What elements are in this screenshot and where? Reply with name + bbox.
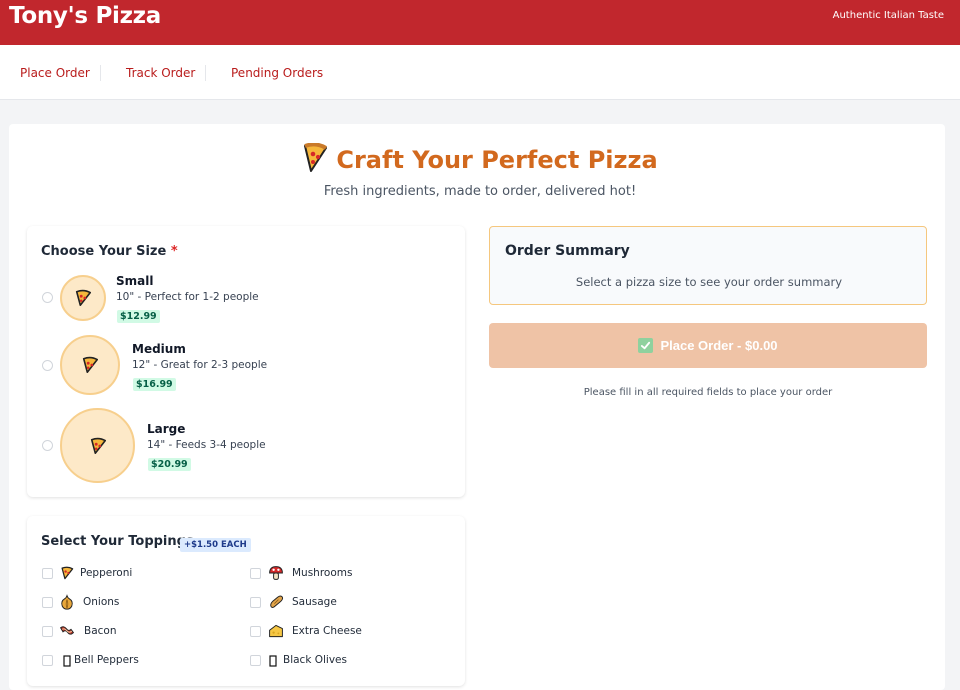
topping-sausage-label: Sausage	[292, 596, 337, 608]
pizza-icon	[75, 289, 92, 307]
mushroom-icon	[268, 565, 284, 581]
pizza-icon	[82, 356, 99, 374]
pizza-icon	[59, 565, 75, 581]
nav-track-order[interactable]: Track Order	[126, 66, 195, 80]
size-medium-desc: 12" - Great for 2-3 people	[132, 359, 268, 371]
topping-mushrooms-label: Mushrooms	[292, 567, 353, 579]
missing-glyph-icon	[59, 653, 75, 669]
order-summary-title: Order Summary	[505, 243, 630, 259]
nav-pending-orders[interactable]: Pending Orders	[231, 66, 323, 80]
page-title: Craft Your Perfect Pizza	[0, 142, 960, 178]
topping-bacon-checkbox[interactable]	[42, 626, 53, 637]
size-small-desc: 10" - Perfect for 1-2 people	[116, 291, 259, 303]
sausage-icon	[268, 594, 284, 610]
topping-pepperoni-checkbox[interactable]	[42, 568, 53, 579]
required-marker: *	[170, 244, 178, 259]
nav-place-order[interactable]: Place Order	[20, 66, 90, 80]
nav-divider	[100, 65, 101, 81]
topping-mushrooms-checkbox[interactable]	[250, 568, 261, 579]
toppings-section-title: Select Your Toppings	[41, 534, 194, 549]
size-large-image[interactable]	[60, 408, 135, 483]
topping-extra-cheese-checkbox[interactable]	[250, 626, 261, 637]
onion-icon	[59, 594, 75, 610]
size-medium-radio[interactable]	[42, 360, 53, 371]
brand-logo[interactable]: Tony's Pizza	[9, 3, 161, 29]
topping-pepperoni-label: Pepperoni	[80, 567, 133, 579]
header-bar: Tony's Pizza Authentic Italian Taste	[0, 0, 960, 45]
cheese-icon	[268, 623, 284, 639]
topping-bacon-label: Bacon	[84, 625, 117, 637]
main-nav: Place Order Track Order Pending Orders	[0, 45, 960, 100]
page-subtitle: Fresh ingredients, made to order, delive…	[323, 184, 637, 199]
size-medium-image[interactable]	[60, 335, 120, 395]
size-small-image[interactable]	[60, 275, 106, 321]
topping-bell-peppers-label: Bell Peppers	[74, 654, 139, 666]
page-title-text: Craft Your Perfect Pizza	[336, 146, 658, 174]
topping-black-olives-checkbox[interactable]	[250, 655, 261, 666]
toppings-panel: Select Your Toppings +$1.50 EACH Peppero…	[27, 516, 465, 686]
size-section-title: Choose Your Size *	[41, 244, 178, 259]
place-order-button[interactable]: Place Order - $0.00	[489, 323, 927, 368]
place-order-label: Place Order - $0.00	[660, 338, 778, 353]
check-icon	[638, 338, 654, 353]
size-panel: Choose Your Size * Small 10" - Perfect f…	[27, 226, 465, 497]
size-small-radio[interactable]	[42, 292, 53, 303]
topping-black-olives-label: Black Olives	[283, 654, 347, 666]
topping-onions-checkbox[interactable]	[42, 597, 53, 608]
topping-onions-label: Onions	[83, 596, 120, 608]
topping-extra-cheese-label: Extra Cheese	[292, 625, 362, 637]
size-medium-price: $16.99	[133, 378, 176, 391]
order-summary-box: Order Summary Select a pizza size to see…	[489, 226, 927, 305]
missing-glyph-icon	[265, 653, 281, 669]
size-small-price: $12.99	[117, 310, 160, 323]
size-small-name: Small	[116, 274, 154, 288]
order-summary-message: Select a pizza size to see your order su…	[575, 275, 843, 289]
topping-sausage-checkbox[interactable]	[250, 597, 261, 608]
pizza-icon	[302, 142, 328, 177]
bacon-icon	[59, 623, 75, 639]
size-large-price: $20.99	[148, 458, 191, 471]
topping-bell-peppers-checkbox[interactable]	[42, 655, 53, 666]
topping-price-badge: +$1.50 EACH	[180, 538, 251, 552]
nav-divider	[205, 65, 206, 81]
size-large-desc: 14" - Feeds 3-4 people	[147, 439, 266, 451]
size-medium-name: Medium	[132, 342, 186, 356]
tagline: Authentic Italian Taste	[832, 10, 944, 21]
size-large-name: Large	[147, 422, 186, 436]
helper-text: Please fill in all required fields to pl…	[583, 387, 833, 398]
size-large-radio[interactable]	[42, 440, 53, 451]
pizza-icon	[90, 437, 106, 454]
